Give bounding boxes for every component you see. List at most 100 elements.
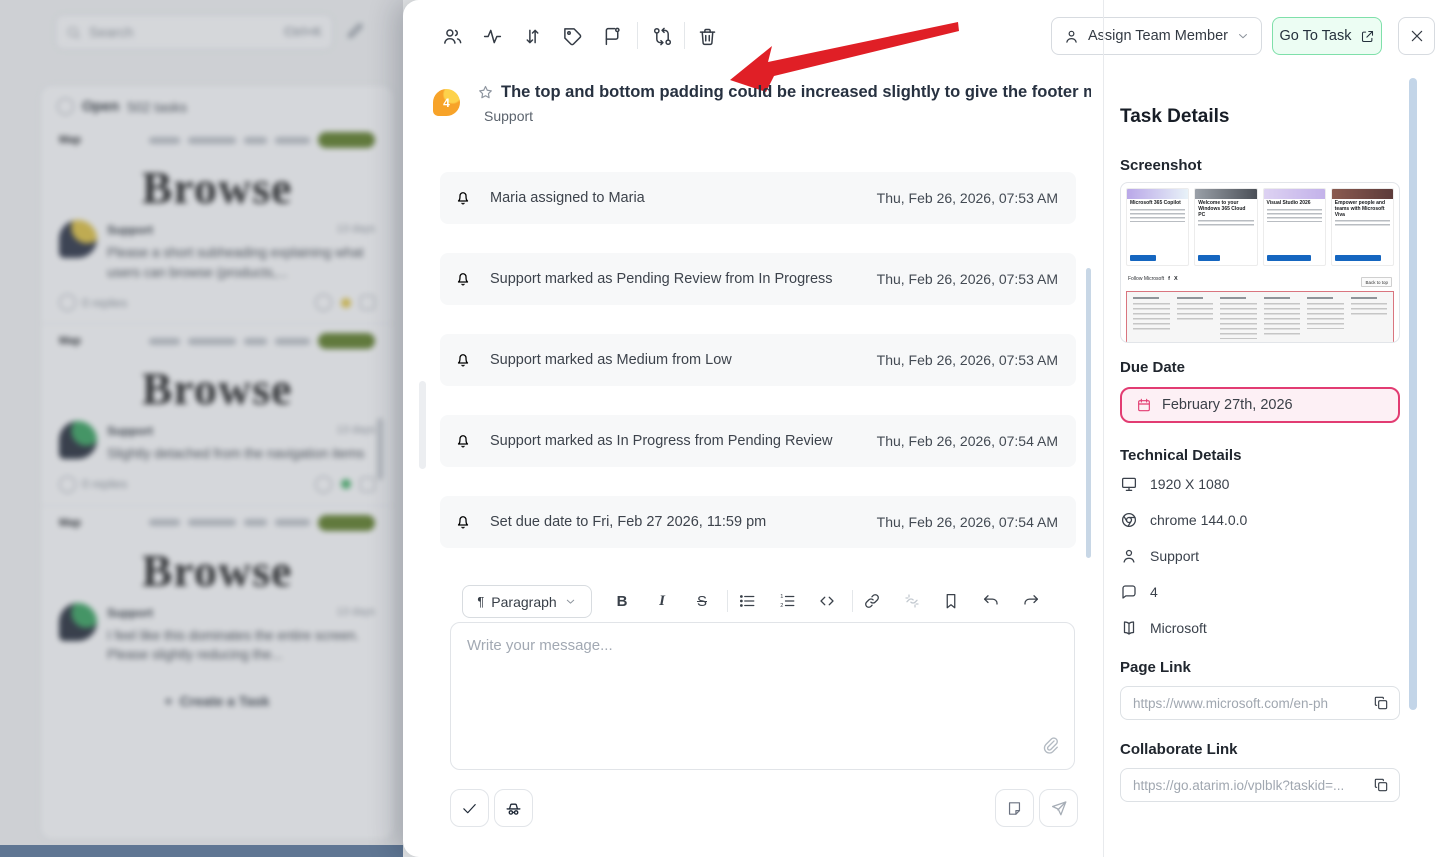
composer-divider: [727, 590, 728, 612]
bell-icon: [454, 351, 472, 369]
ordered-list-button[interactable]: 12: [770, 584, 804, 618]
follow-label: Follow Microsoft: [1128, 276, 1164, 282]
workflow-button[interactable]: [644, 18, 680, 54]
sort-button[interactable]: [514, 18, 550, 54]
paragraph-style-dropdown[interactable]: ¶ Paragraph: [462, 585, 592, 618]
facebook-icon: f: [1168, 276, 1170, 282]
tag-icon: [562, 26, 583, 47]
ordered-list-icon: 12: [778, 592, 796, 610]
due-date-label: Due Date: [1120, 359, 1185, 376]
mini-card: Visual Studio 2026: [1263, 188, 1326, 266]
tech-project: Microsoft: [1120, 619, 1207, 637]
redo-icon: [1022, 592, 1040, 610]
toolbar-divider: [637, 22, 638, 49]
screenshot-label: Screenshot: [1120, 157, 1202, 174]
code-icon: [818, 592, 836, 610]
note-icon: [1006, 800, 1023, 817]
page-link-label: Page Link: [1120, 659, 1191, 676]
bookmark-button[interactable]: [934, 584, 968, 618]
bell-icon: [454, 513, 472, 531]
technical-details-label: Technical Details: [1120, 447, 1241, 464]
activity-time: Thu, Feb 26, 2026, 07:53 AM: [877, 190, 1058, 206]
activity-row: Set due date to Fri, Feb 27 2026, 11:59 …: [440, 496, 1076, 548]
tech-browser: chrome 144.0.0: [1120, 511, 1247, 529]
modal-backdrop: [0, 0, 403, 857]
unlink-button[interactable]: [895, 584, 929, 618]
star-icon[interactable]: [477, 84, 494, 106]
task-pin-badge: 4: [433, 89, 460, 116]
comment-icon: [1120, 583, 1138, 601]
panel-title: Task Details: [1120, 106, 1229, 128]
unlink-icon: [903, 592, 921, 610]
due-date-field[interactable]: February 27th, 2026: [1120, 387, 1400, 423]
highlighted-footer-region: [1126, 291, 1394, 343]
bell-icon: [454, 270, 472, 288]
message-input[interactable]: [451, 623, 1074, 769]
comment-flag-icon: [602, 26, 623, 47]
task-title: The top and bottom padding could be incr…: [501, 83, 1091, 102]
comment-flag-button[interactable]: [594, 18, 630, 54]
notes-button[interactable]: [995, 789, 1034, 827]
workflow-icon: [652, 26, 673, 47]
monitor-icon: [1120, 475, 1138, 493]
app-root: Search Ctrl+K Open 502 tasks Map: [0, 0, 1449, 857]
activity-row: Maria assigned to Maria Thu, Feb 26, 202…: [440, 172, 1076, 224]
bookmark-icon: [942, 592, 960, 610]
screenshot-thumbnail[interactable]: Microsoft 365 Copilot Welcome to your Wi…: [1120, 182, 1400, 343]
message-editor: [450, 622, 1075, 770]
activity-time: Thu, Feb 26, 2026, 07:53 AM: [877, 271, 1058, 287]
send-icon: [1050, 799, 1068, 817]
undo-button[interactable]: [974, 584, 1008, 618]
send-button[interactable]: [1039, 789, 1078, 827]
bell-icon: [454, 189, 472, 207]
activity-row: Support marked as In Progress from Pendi…: [440, 415, 1076, 467]
x-icon: X: [1174, 276, 1178, 282]
bullet-list-button[interactable]: [730, 584, 764, 618]
details-panel-scrollbar[interactable]: [1409, 78, 1417, 710]
link-button[interactable]: [855, 584, 889, 618]
code-button[interactable]: [810, 584, 844, 618]
task-detail-modal: Assign Team Member Go To Task 4 The top …: [403, 0, 1449, 857]
link-icon: [863, 592, 881, 610]
assignees-button[interactable]: [434, 18, 470, 54]
copy-icon: [1373, 695, 1389, 711]
incognito-icon: [504, 799, 523, 818]
strikethrough-button[interactable]: S: [685, 584, 719, 618]
activity-scrollbar[interactable]: [1086, 268, 1091, 558]
background-task-sidebar: Search Ctrl+K Open 502 tasks Map: [0, 0, 403, 857]
activity-time: Thu, Feb 26, 2026, 07:54 AM: [877, 433, 1058, 449]
redo-button[interactable]: [1014, 584, 1048, 618]
svg-text:2: 2: [780, 603, 783, 609]
page-link-value: https://www.microsoft.com/en-ph: [1133, 696, 1365, 711]
pilcrow-icon: ¶: [477, 594, 484, 609]
attach-file-button[interactable]: [1041, 735, 1060, 759]
activity-row: Support marked as Pending Review from In…: [440, 253, 1076, 305]
internal-note-toggle[interactable]: [494, 789, 533, 827]
modal-scroll-indicator[interactable]: [419, 381, 426, 469]
activity-button[interactable]: [474, 18, 510, 54]
due-date-value: February 27th, 2026: [1162, 397, 1293, 413]
activity-time: Thu, Feb 26, 2026, 07:54 AM: [877, 514, 1058, 530]
delete-task-button[interactable]: [689, 18, 725, 54]
copy-icon: [1373, 777, 1389, 793]
tech-user: Support: [1120, 547, 1199, 565]
mini-card: Microsoft 365 Copilot: [1126, 188, 1189, 266]
task-subtitle: Support: [484, 108, 533, 124]
person-icon: [1063, 28, 1080, 45]
tag-button[interactable]: [554, 18, 590, 54]
italic-button[interactable]: I: [645, 584, 679, 618]
chevron-down-icon: [564, 595, 577, 608]
svg-text:1: 1: [780, 594, 783, 600]
calendar-icon: [1136, 397, 1152, 413]
activity-text: Support marked as Medium from Low: [490, 352, 859, 368]
undo-icon: [982, 592, 1000, 610]
task-details-panel: Task Details Screenshot Microsoft 365 Co…: [1103, 0, 1449, 857]
activity-row: Support marked as Medium from Low Thu, F…: [440, 334, 1076, 386]
bold-button[interactable]: B: [605, 584, 639, 618]
copy-page-link-button[interactable]: [1373, 695, 1389, 711]
copy-collaborate-link-button[interactable]: [1373, 777, 1389, 793]
resolve-button[interactable]: [450, 789, 489, 827]
check-icon: [461, 800, 478, 817]
activity-time: Thu, Feb 26, 2026, 07:53 AM: [877, 352, 1058, 368]
book-icon: [1120, 619, 1138, 637]
